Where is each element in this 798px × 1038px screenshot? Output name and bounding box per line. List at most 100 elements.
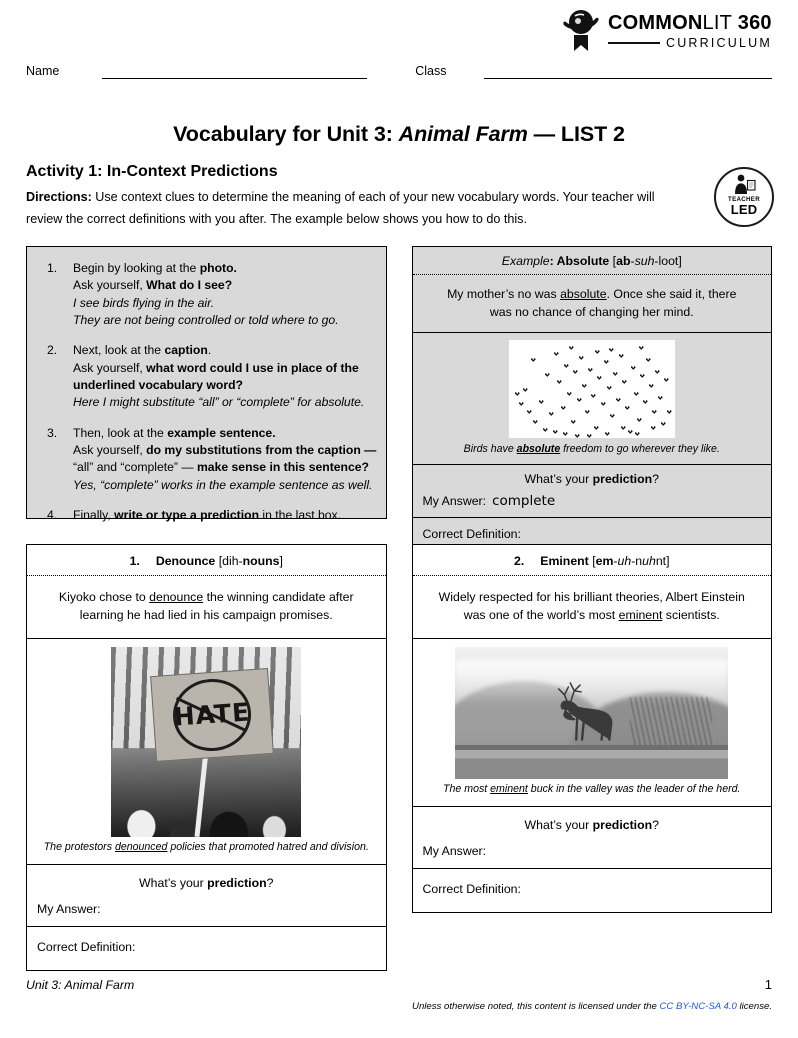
vocab-word: Denounce	[155, 554, 216, 568]
prediction-q-pre: What’s your	[139, 876, 208, 891]
instruction-step-number: 2.	[47, 343, 58, 358]
vocab-pronunciation: [em-uh-nuhnt]	[592, 554, 670, 568]
example-answer-label: My Answer:	[422, 494, 487, 509]
bird-glyph	[621, 379, 627, 384]
bird-glyph	[594, 349, 600, 354]
vocab-sentence: Widely respected for his brilliant theor…	[412, 576, 771, 639]
prediction-q-bold: prediction	[592, 472, 653, 487]
bird-glyph	[650, 425, 656, 430]
sign-text: HATE	[172, 697, 252, 732]
instruction-step-text: Begin by looking at the photo. Ask yourse…	[73, 261, 339, 327]
bird-glyph	[581, 383, 587, 388]
instruction-step-text: Finally, write or type a prediction in t…	[73, 507, 342, 522]
vocab-prediction-cell: What’s your prediction? My Answer:	[27, 865, 386, 928]
example-sentence-pre: My mother’s no was	[447, 287, 561, 301]
vocab-answer-row: My Answer:	[423, 844, 762, 858]
protest-sign: HATE	[150, 667, 274, 762]
vocab-caption-pre: The protestors	[43, 840, 115, 853]
vocab-definition-label: Correct Definition:	[37, 940, 136, 955]
title-prefix: Vocabulary for Unit 3:	[173, 122, 399, 146]
vocab-sentence-pre: Kiyoko chose to	[58, 590, 150, 604]
vocab-answer-row: My Answer:	[37, 902, 376, 916]
example-column: Example: Absolute [ab-suh-loot] My mothe…	[411, 246, 772, 553]
example-word: Absolute	[556, 254, 610, 268]
bird-glyph	[654, 369, 660, 374]
license-link[interactable]: CC BY-NC-SA 4.0	[659, 1001, 736, 1012]
vocab-photo-cell: HATE The protestors denounced policies th…	[27, 639, 386, 866]
logo-common: COMMON	[607, 11, 703, 34]
bird-glyph	[663, 377, 669, 382]
prediction-q-post: ?	[266, 876, 274, 891]
vocab-sentence-keyword: eminent	[618, 608, 663, 623]
vocab-photo-caption: The protestors denounced policies that p…	[33, 837, 380, 860]
bird-glyph	[544, 372, 550, 377]
license-pre: Unless otherwise noted, this content is …	[412, 1001, 660, 1012]
vocab-answer-label: My Answer:	[422, 844, 487, 859]
directions-text: Directions: Use context clues to determi…	[26, 187, 674, 230]
name-label: Name	[26, 64, 60, 78]
example-caption-pre: Birds have	[463, 442, 517, 455]
brush	[629, 697, 712, 748]
top-row: 1. Begin by looking at the photo. Ask your…	[26, 246, 772, 553]
bird-glyph	[638, 345, 644, 350]
logo-lit: LIT	[702, 11, 732, 34]
vocab-card-header: 2. Eminent [em-uh-nuhnt]	[412, 545, 771, 576]
commonlit-logo: COMMONLIT 360 CURRICULUM	[561, 8, 772, 52]
vocab-definition-cell[interactable]: Correct Definition:	[27, 927, 386, 970]
bird-glyph	[568, 345, 574, 350]
bird-glyph	[578, 355, 584, 360]
bird-glyph	[657, 395, 663, 400]
bird-glyph	[584, 409, 590, 414]
vocab-photo-caption: The most eminent buck in the valley was …	[419, 779, 766, 802]
example-answer-value[interactable]: complete	[492, 493, 555, 509]
bird-glyph	[642, 399, 648, 404]
example-caption-keyword: absolute	[516, 442, 561, 455]
bird-glyph	[562, 431, 568, 436]
instructions-list: 1. Begin by looking at the photo. Ask your…	[37, 260, 376, 524]
vocab-caption-keyword: denounced	[114, 840, 168, 853]
class-label: Class	[415, 64, 447, 78]
license-post: license.	[736, 1001, 772, 1012]
bird-glyph	[593, 425, 599, 430]
commonlit-globe-bookmark-icon	[563, 10, 599, 51]
bird-glyph	[560, 405, 566, 410]
vocab-word: Eminent	[540, 554, 589, 568]
bird-glyph	[563, 363, 569, 368]
directions-label: Directions:	[26, 190, 92, 204]
vocab-column: 1. Denounce [dih-nouns] Kiyoko chose to de…	[26, 544, 387, 972]
example-caption-post: freedom to go wherever they like.	[560, 442, 720, 455]
bird-glyph	[548, 411, 554, 416]
vocab-definition-cell[interactable]: Correct Definition:	[413, 869, 772, 912]
vocab-sentence-keyword: denounce	[149, 590, 204, 604]
name-input[interactable]	[102, 62, 368, 79]
bird-glyph	[542, 427, 548, 432]
bird-glyph	[570, 419, 576, 424]
logo-curriculum: CURRICULUM	[665, 35, 772, 50]
example-sentence-keyword: absolute	[560, 287, 607, 301]
vocab-card: 2. Eminent [em-uh-nuhnt] Widely respected …	[411, 544, 772, 914]
instructions-column: 1. Begin by looking at the photo. Ask your…	[26, 246, 387, 552]
vocab-pronunciation: [dih-nouns]	[218, 554, 283, 568]
ground	[455, 744, 729, 779]
vocab-index: 1.	[129, 554, 140, 568]
instruction-step-number: 3.	[47, 425, 58, 440]
vocab-sentence: Kiyoko chose to denounce the winning can…	[27, 576, 386, 639]
instruction-step-number: 1.	[47, 261, 58, 275]
prediction-q-pre: What’s your	[524, 472, 593, 487]
bird-glyph	[526, 409, 532, 414]
bird-glyph	[576, 397, 582, 402]
example-card: Example: Absolute [ab-suh-loot] My mothe…	[411, 246, 772, 553]
bird-glyph	[600, 401, 606, 406]
badge-led-label: LED	[730, 202, 758, 217]
bird-glyph	[553, 351, 559, 356]
teacher-led-icon	[735, 174, 756, 194]
instructions-panel: 1. Begin by looking at the photo. Ask your…	[26, 246, 387, 522]
directions-body: Use context clues to determine the meani…	[26, 190, 655, 226]
vocab-index: 2.	[513, 554, 525, 568]
bird-glyph	[514, 391, 520, 396]
class-input[interactable]	[484, 62, 773, 79]
instructions-body: 1. Begin by looking at the photo. Ask your…	[27, 247, 386, 522]
bird-glyph	[609, 413, 615, 418]
bird-glyph	[608, 347, 614, 352]
vocab-definition-label: Correct Definition:	[422, 882, 521, 897]
